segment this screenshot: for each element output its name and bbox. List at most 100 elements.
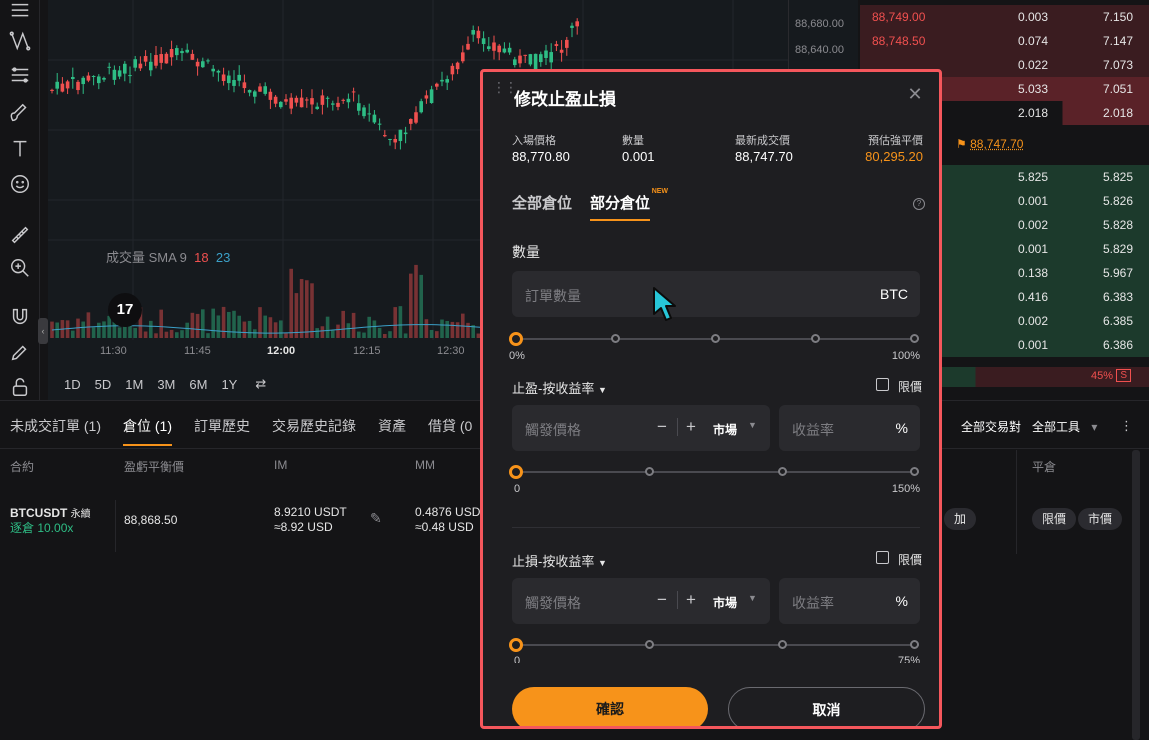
slider-step[interactable] <box>711 334 720 343</box>
sl-trigger-type[interactable]: 市場 <box>713 594 737 611</box>
close-limit-button[interactable]: 限價 <box>1032 508 1077 530</box>
tab-trade-history[interactable]: 交易歷史記錄 <box>272 416 356 446</box>
volume-bar <box>351 312 356 338</box>
take-profit-mode[interactable]: 止盈-按收益率 ▼ <box>512 378 607 397</box>
volume-bar <box>263 315 267 338</box>
volume-bar <box>232 310 236 338</box>
candle-body <box>60 83 65 92</box>
sl-yield-slider[interactable] <box>509 638 919 652</box>
interval-5d[interactable]: 5D <box>95 377 112 392</box>
candle-body <box>383 135 387 137</box>
slider-step[interactable] <box>645 640 654 649</box>
slider-handle[interactable] <box>509 638 523 652</box>
volume-bar <box>341 310 345 338</box>
slider-step[interactable] <box>910 334 919 343</box>
im-value: 8.9210 USDT <box>274 505 347 519</box>
lock-icon[interactable] <box>8 376 32 400</box>
candle-body <box>164 53 169 64</box>
decrement-button[interactable]: − <box>657 590 667 610</box>
slider-step[interactable] <box>645 467 654 476</box>
ask-row[interactable]: 88,749.00 0.003 7.150 <box>860 5 1149 29</box>
mark-price-value: 88,747.70 <box>970 137 1024 151</box>
tab-assets[interactable]: 資產 <box>378 416 406 446</box>
modal-title: 修改止盈止損 <box>514 90 616 109</box>
panel-scrollbar[interactable] <box>1132 450 1140 740</box>
volume-bar <box>195 313 200 338</box>
tp-limit-checkbox[interactable] <box>876 378 889 391</box>
emoji-icon[interactable] <box>8 173 32 197</box>
slider-step[interactable] <box>778 640 787 649</box>
tp-trigger-input[interactable]: 觸發價格 − + 市場 ▼ <box>512 405 770 451</box>
close-market-button[interactable]: 市價 <box>1078 508 1123 530</box>
add-tpsl-button[interactable]: 加 <box>944 508 977 530</box>
date-range-icon[interactable]: ⇄ <box>255 376 266 392</box>
close-icon[interactable]: ✕ <box>906 84 924 104</box>
ask-row[interactable]: 88,748.50 0.074 7.147 <box>860 29 1149 53</box>
candle-body <box>169 49 174 58</box>
increment-button[interactable]: + <box>686 417 696 437</box>
volume-bar <box>247 320 252 338</box>
slider-step[interactable] <box>811 334 820 343</box>
volume-bar <box>206 333 210 338</box>
tab-order-history[interactable]: 訂單歷史 <box>194 416 250 446</box>
zoom-in-icon[interactable] <box>8 257 32 281</box>
brush-icon[interactable] <box>8 102 32 126</box>
interval-1d[interactable]: 1D <box>64 377 81 392</box>
confirm-button[interactable]: 確認 <box>512 687 708 726</box>
tab-all-positions[interactable]: 全部倉位 <box>512 192 572 221</box>
candle-body <box>123 63 127 74</box>
drag-handle-icon[interactable]: ⋮⋮ <box>492 80 518 94</box>
slider-handle[interactable] <box>509 332 523 346</box>
col-contract: 合約 <box>10 460 35 474</box>
position-symbol[interactable]: BTCUSDT 永續 <box>10 505 91 520</box>
candle-body <box>341 99 345 101</box>
slider-step[interactable] <box>611 334 620 343</box>
sl-trigger-input[interactable]: 觸發價格 − + 市場 ▼ <box>512 578 770 624</box>
breakeven-value: 88,868.50 <box>124 513 178 527</box>
candle-body <box>299 97 304 108</box>
interval-1y[interactable]: 1Y <box>221 377 237 392</box>
magnet-icon[interactable] <box>8 306 32 330</box>
edit-margin-icon[interactable]: ✎ <box>370 510 382 527</box>
decrement-button[interactable]: − <box>657 417 667 437</box>
pencil-lock-icon[interactable] <box>8 341 32 365</box>
fib-icon[interactable] <box>8 64 32 88</box>
sl-yield-input[interactable]: 收益率 % <box>779 578 920 624</box>
increment-button[interactable]: + <box>686 590 696 610</box>
stop-loss-mode[interactable]: 止損-按收益率 ▼ <box>512 551 607 570</box>
all-tools-filter[interactable]: 全部工具 ▾ <box>1032 418 1097 435</box>
sl-limit-checkbox[interactable] <box>876 551 889 564</box>
tab-partial-positions[interactable]: 部分倉位 NEW <box>590 188 668 221</box>
slider-step[interactable] <box>778 467 787 476</box>
collapse-toolbar-button[interactable]: ‹ <box>38 318 48 344</box>
ruler-icon[interactable] <box>8 224 32 248</box>
candle-body <box>533 53 538 70</box>
slider-step[interactable] <box>910 467 919 476</box>
tab-positions[interactable]: 倉位 (1) <box>123 416 172 446</box>
interval-6m[interactable]: 6M <box>189 377 207 392</box>
more-options-icon[interactable]: ⋮ <box>1120 418 1133 434</box>
pattern-icon[interactable] <box>8 30 32 54</box>
mm-usd: ≈0.48 USD <box>415 520 474 534</box>
quantity-input[interactable]: 訂單數量 BTC <box>512 271 920 317</box>
volume-bar <box>315 328 319 338</box>
bid-qty: 0.001 <box>1018 194 1049 208</box>
all-pairs-filter[interactable]: 全部交易對 <box>961 418 1021 435</box>
cancel-button[interactable]: 取消 <box>728 687 925 726</box>
tp-trigger-type[interactable]: 市場 <box>713 421 737 438</box>
menu-icon[interactable] <box>8 0 32 24</box>
slider-step[interactable] <box>910 640 919 649</box>
slider-handle[interactable] <box>509 465 523 479</box>
volume-bar <box>190 312 195 338</box>
tp-yield-slider[interactable] <box>509 465 919 479</box>
bid-total: 5.826 <box>1102 194 1133 208</box>
interval-1m[interactable]: 1M <box>125 377 143 392</box>
help-icon[interactable]: ? <box>913 198 925 210</box>
tab-open-orders[interactable]: 未成交訂單 (1) <box>10 416 101 446</box>
text-icon[interactable] <box>8 138 32 162</box>
interval-3m[interactable]: 3M <box>157 377 175 392</box>
tp-yield-input[interactable]: 收益率 % <box>779 405 920 451</box>
tab-borrow[interactable]: 借貸 (0 <box>428 416 472 446</box>
candle-body <box>175 48 179 56</box>
quantity-slider[interactable] <box>509 332 919 346</box>
